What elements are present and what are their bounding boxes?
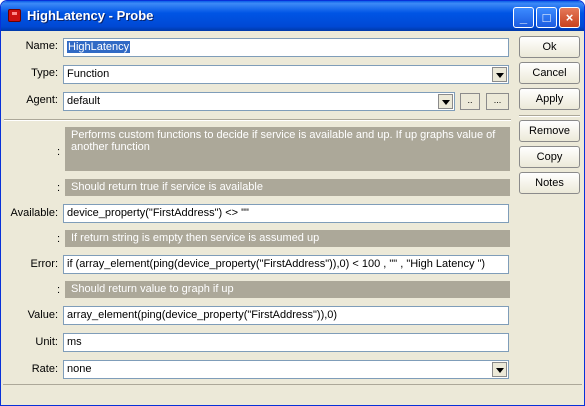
probe-description: Performs custom functions to decide if s…: [65, 127, 510, 171]
chevron-down-icon[interactable]: [438, 94, 453, 109]
rate-select[interactable]: none: [63, 360, 509, 379]
value-value: array_element(ping(device_property("Firs…: [67, 309, 338, 321]
value-hint-colon: :: [56, 284, 60, 296]
available-label: Available:: [10, 207, 59, 219]
error-hint-colon: :: [56, 233, 60, 245]
name-value: HighLatency: [67, 41, 131, 53]
error-value: if (array_element(ping(device_property("…: [67, 258, 486, 270]
type-select[interactable]: Function: [63, 65, 509, 84]
available-input[interactable]: device_property("FirstAddress") <> "": [63, 204, 509, 223]
error-input[interactable]: if (array_element(ping(device_property("…: [63, 255, 509, 274]
minimize-button[interactable]: _: [513, 7, 534, 28]
notes-button[interactable]: Notes: [519, 172, 580, 194]
maximize-button[interactable]: □: [536, 7, 557, 28]
name-label: Name:: [25, 40, 58, 52]
agent-select[interactable]: default: [63, 92, 455, 111]
agent-value: default: [67, 95, 101, 107]
probe-app-icon: [8, 9, 21, 22]
type-value: Function: [67, 68, 110, 80]
ok-button[interactable]: Ok: [519, 36, 580, 58]
remove-button[interactable]: Remove: [519, 120, 580, 142]
unit-value: ms: [67, 336, 82, 348]
chevron-down-icon[interactable]: [492, 362, 507, 377]
close-button[interactable]: ×: [559, 7, 580, 28]
error-label: Error:: [30, 258, 59, 270]
available-value: device_property("FirstAddress") <> "": [67, 207, 249, 219]
probe-window: HighLatency - Probe _ □ × Name: HighLate…: [0, 0, 585, 406]
button-divider: [519, 115, 580, 117]
available-hint-colon: :: [56, 182, 60, 194]
name-input[interactable]: HighLatency: [63, 38, 509, 57]
agent-browse-button[interactable]: ..: [460, 93, 480, 110]
dialog-body: Name: HighLatency Type: Function Agent: …: [4, 31, 581, 399]
description-colon: :: [56, 146, 60, 158]
value-hint: Should return value to graph if up: [65, 281, 510, 298]
available-hint: Should return true if service is availab…: [65, 179, 510, 196]
agent-more-button[interactable]: ...: [486, 93, 509, 110]
rate-value: none: [67, 363, 92, 375]
rate-label: Rate:: [31, 363, 58, 375]
unit-input[interactable]: ms: [63, 333, 509, 352]
apply-button[interactable]: Apply: [519, 88, 580, 110]
cancel-button[interactable]: Cancel: [519, 62, 580, 84]
form-divider: [4, 119, 511, 121]
agent-label: Agent:: [26, 94, 58, 106]
unit-label: Unit:: [35, 336, 58, 348]
title-bar[interactable]: HighLatency - Probe _ □ ×: [1, 1, 584, 31]
status-bar: [3, 384, 582, 403]
copy-button[interactable]: Copy: [519, 146, 580, 168]
chevron-down-icon[interactable]: [492, 67, 507, 82]
value-label: Value:: [27, 309, 58, 321]
type-label: Type:: [31, 67, 58, 79]
error-hint: If return string is empty then service i…: [65, 230, 510, 247]
window-title: HighLatency - Probe: [27, 8, 154, 23]
value-input[interactable]: array_element(ping(device_property("Firs…: [63, 306, 509, 325]
